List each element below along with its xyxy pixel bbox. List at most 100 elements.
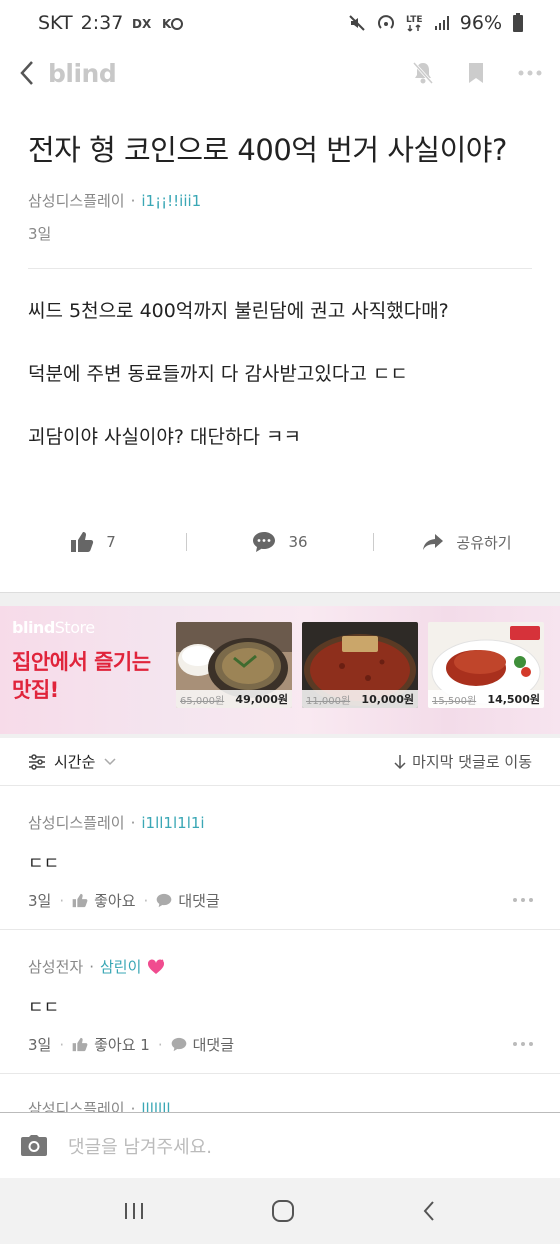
sort-label: 시간순 [54,753,96,771]
author-company[interactable]: 삼성디스플레이 [28,190,125,211]
comment-button[interactable]: 36 [187,531,373,553]
comment-nickname[interactable]: 삼린이 [100,956,141,977]
sale-price: 10,000원 [361,693,414,706]
author-nickname[interactable]: i1¡¡!!iii1 [141,192,201,210]
comment-reply-button[interactable]: 대댓글 [171,1034,234,1055]
post-body-line: 덕분에 주변 동료들까지 다 감사받고있다고 ㄷㄷ [28,363,408,385]
comment-count: 36 [288,533,308,551]
product-galbi[interactable]: 11,000원 10,000원 [302,622,418,708]
home-icon[interactable] [271,1199,295,1223]
post-header: 전자 형 코인으로 400억 번거 사실이야? 삼성디스플레이 · i1¡¡!!… [0,100,560,244]
comment-like-label: 좋아요 1 [94,1036,150,1054]
comment-text: ㄷㄷ [28,998,60,1018]
divider [28,268,532,269]
logo: blind [48,58,117,88]
back-nav-icon[interactable] [421,1199,437,1223]
recent-apps-icon[interactable] [123,1201,145,1221]
battery-icon [512,13,524,33]
status-right: LTE 96% [348,12,524,34]
more-icon[interactable] [512,1041,534,1047]
post-body-line: 씨드 5천으로 400억까지 불린담에 권고 사직했다매? [28,300,449,322]
hotspot-icon [376,14,396,32]
separator: · [157,1035,163,1054]
comment-input[interactable]: 댓글을 남겨주세요. [68,1133,212,1159]
bookmark-icon[interactable] [468,62,484,84]
banner-brand: blind [12,618,55,637]
banner-store-logo: blindStore [12,618,95,637]
svg-text:DX: DX [132,17,152,31]
app-bar-left: blind [18,58,117,88]
chat-bubble-icon [252,531,276,553]
comment-company[interactable]: 삼성디스플레이 [28,812,125,833]
share-arrow-icon [422,533,444,551]
back-icon[interactable] [18,59,36,87]
like-button[interactable]: 7 [0,531,186,553]
product-tteokgalbi[interactable]: 15,500원 14,500원 [428,622,544,708]
status-left: SKT 2:37 DX K [38,12,184,34]
comment-date: 3일 [28,1036,52,1054]
comment-reply-button[interactable]: 대댓글 [156,890,220,911]
dex-icon: DX [131,14,153,32]
mute-icon [348,14,366,32]
price-bar: 11,000원 10,000원 [302,690,418,708]
old-price: 11,000원 [306,695,351,707]
post-date: 3일 [28,225,52,243]
separator: · [89,957,94,976]
thumbs-up-icon [72,1037,88,1052]
sort-dropdown[interactable]: 시간순 [28,751,117,772]
chevron-down-icon [103,757,117,767]
camera-icon[interactable] [20,1134,48,1158]
svg-text:LTE: LTE [406,15,423,25]
heart-icon [147,958,165,975]
comment-author: 삼성전자 · 삼린이 [28,956,532,977]
thumbs-up-icon [70,531,94,553]
comment-item: 삼성디스플레이 · lllllll [0,1074,560,1119]
system-nav-bar [0,1178,560,1244]
sale-price: 14,500원 [487,693,540,706]
sync-icon: K [161,14,184,32]
chat-bubble-icon [171,1037,186,1052]
old-price: 15,500원 [432,695,477,707]
comment-author: 삼성디스플레이 · i1ll1l1l1i [28,812,532,833]
post-body-line: 괴담이야 사실이야? 대단하다 ㅋㅋ [28,426,301,448]
comment-reply-label: 대댓글 [178,892,220,910]
comment-input-bar: 댓글을 남겨주세요. [0,1112,560,1178]
separator: · [59,891,65,910]
chat-bubble-icon [156,893,172,908]
product-soup[interactable]: 65,000원 49,000원 [176,622,292,708]
separator: · [130,813,136,832]
price-bar: 65,000원 49,000원 [176,690,292,708]
filter-icon [28,753,46,770]
more-icon[interactable] [512,897,534,903]
section-gap [0,592,560,606]
comment-reply-label: 대댓글 [192,1036,235,1054]
comment-company[interactable]: 삼성전자 [28,956,83,977]
store-banner[interactable]: blindStore 집안에서 즐기는 맛집! 65,000원 49,000원 [0,606,560,734]
svg-text:K: K [162,17,172,31]
like-count: 7 [106,533,116,551]
lte-icon: LTE [406,13,424,33]
comment-like-label: 좋아요 [94,892,136,910]
banner-store: Store [54,618,95,637]
thumbs-up-icon [72,893,88,908]
jump-label: 마지막 댓글로 이동 [412,753,532,771]
comment-like-button[interactable]: 좋아요 [72,890,136,911]
comment-sort-bar: 시간순 마지막 댓글로 이동 [0,738,560,786]
comment-nickname[interactable]: i1ll1l1l1i [141,814,204,832]
arrow-down-icon [394,754,406,770]
post-actions: 7 36 공유하기 [0,522,560,562]
comment-like-button[interactable]: 좋아요 1 [72,1034,150,1055]
banner-headline: 집안에서 즐기는 맛집! [12,648,151,704]
battery-percent: 96% [459,12,502,34]
comment-meta: 3일 · 좋아요 · 대댓글 [28,890,532,911]
app-bar: blind [0,46,560,100]
status-bar: SKT 2:37 DX K LTE 96% [0,0,560,46]
share-button[interactable]: 공유하기 [374,532,560,553]
separator: · [143,891,149,910]
more-icon[interactable] [518,70,542,76]
jump-to-last-comment[interactable]: 마지막 댓글로 이동 [394,751,532,772]
notification-off-icon[interactable] [412,61,434,85]
post-body: 씨드 5천으로 400억까지 불린담에 권고 사직했다매? 덕분에 주변 동료들… [28,296,538,485]
separator: · [130,191,136,210]
comment-date: 3일 [28,892,52,910]
